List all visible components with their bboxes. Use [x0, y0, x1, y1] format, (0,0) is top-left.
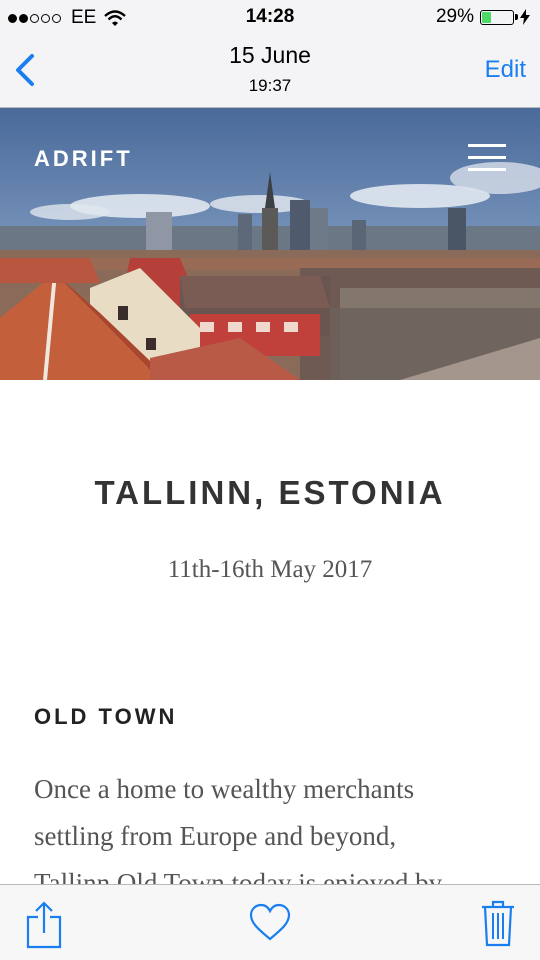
article-dates: 11th-16th May 2017: [167, 556, 373, 583]
status-bar: EE 14:28 29%: [0, 0, 540, 34]
heart-icon: [249, 903, 291, 941]
brand-logo[interactable]: ADRIFT: [34, 146, 133, 172]
paragraph-line: settling from Europe and beyond,: [34, 821, 397, 851]
status-right: 29%: [436, 6, 530, 28]
nav-title: 15 June: [229, 42, 311, 68]
share-button[interactable]: [24, 899, 64, 949]
paragraph-line: Once a home to wealthy merchants: [34, 774, 415, 804]
battery-percentage: 29%: [435, 6, 474, 27]
trash-icon: [482, 900, 514, 947]
bottom-toolbar: [0, 884, 540, 960]
navigation-bar: 15 June 19:37 Edit: [0, 34, 540, 108]
charging-bolt-icon: [520, 9, 530, 25]
edit-button[interactable]: Edit: [485, 56, 526, 84]
article-title: TALLINN, ESTONIA: [94, 474, 446, 511]
share-icon: [26, 901, 62, 949]
section-heading: OLD TOWN: [34, 704, 178, 729]
hamburger-menu-icon[interactable]: [468, 142, 508, 174]
battery-icon: [480, 9, 518, 25]
favorite-button[interactable]: [248, 903, 292, 943]
delete-button[interactable]: [480, 899, 516, 947]
hero-image: ADRIFT: [0, 108, 540, 380]
nav-subtitle: 19:37: [248, 76, 292, 95]
